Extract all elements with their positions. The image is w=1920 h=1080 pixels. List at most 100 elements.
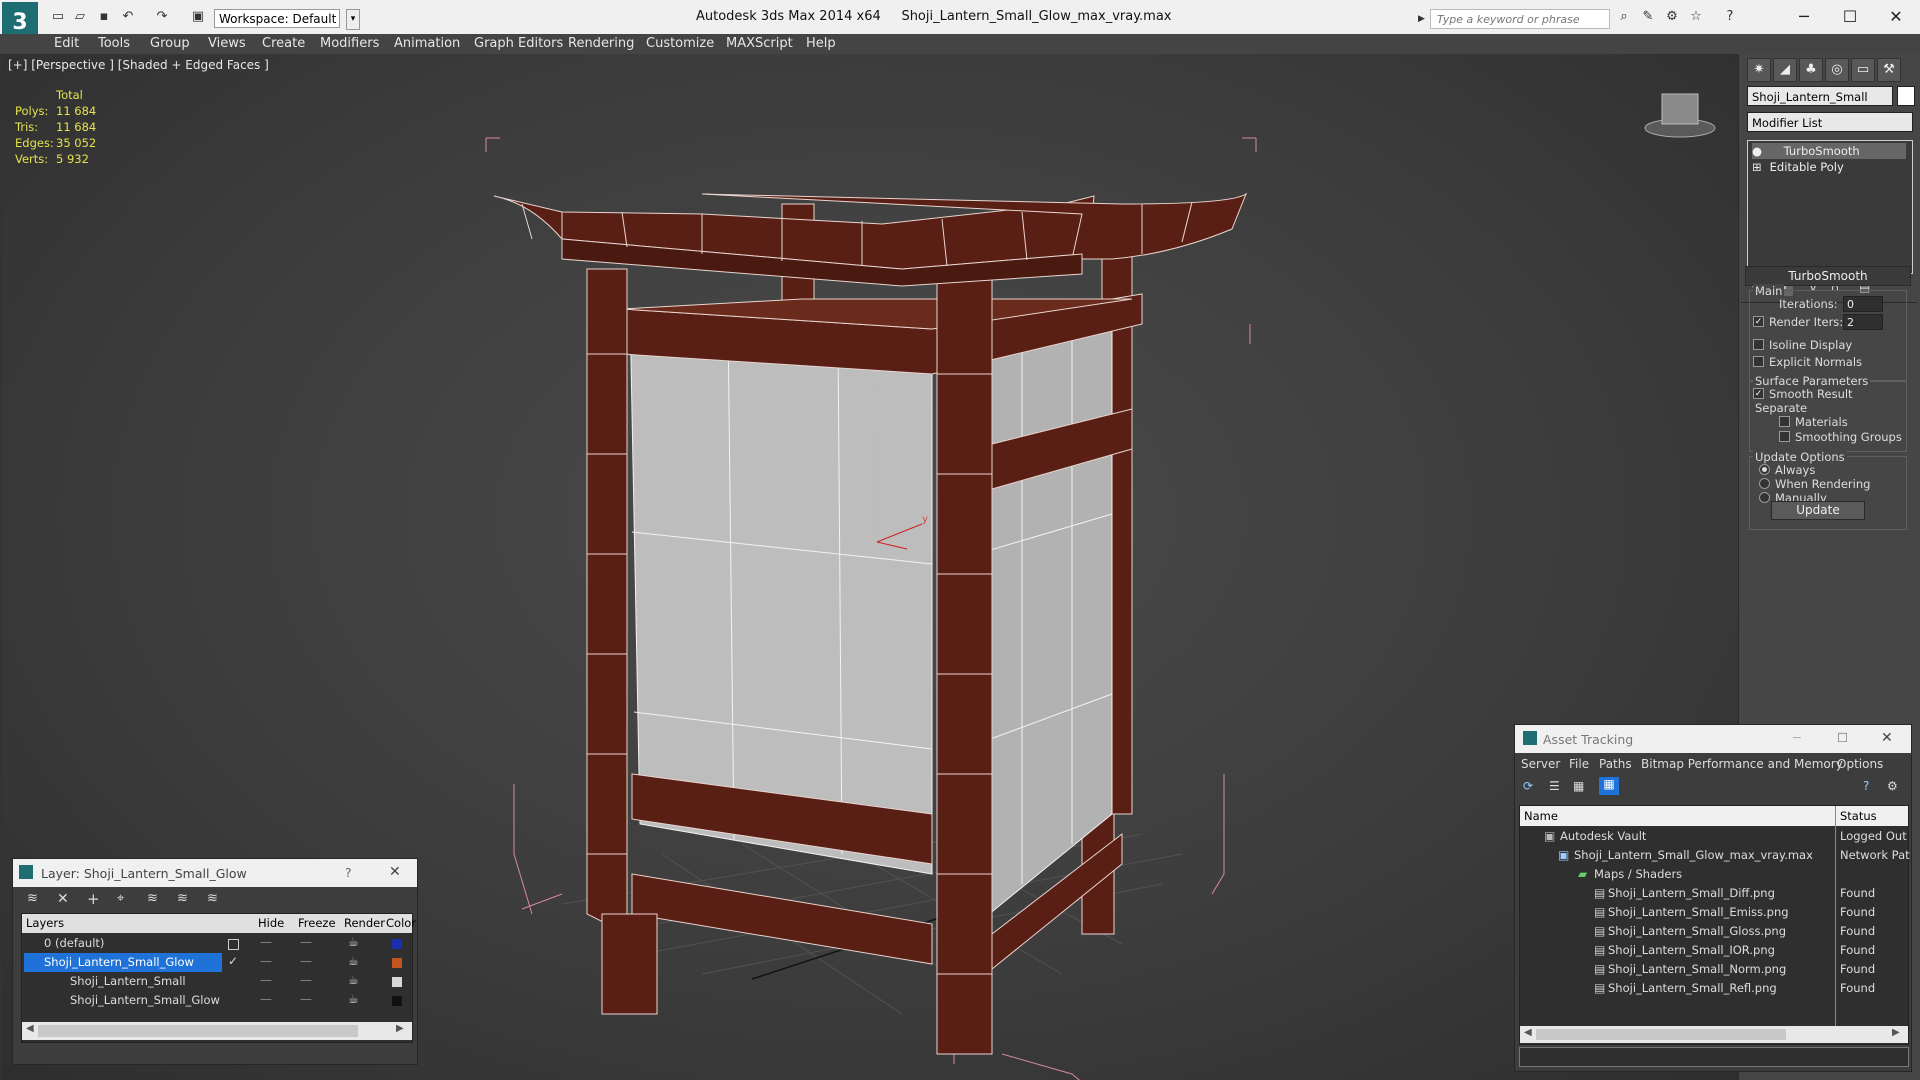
- scroll-right-icon[interactable]: ▶: [1892, 1027, 1900, 1038]
- object-color-swatch[interactable]: [392, 977, 402, 987]
- hide-toggle[interactable]: —: [260, 992, 272, 1006]
- workspace-menu-icon[interactable]: ▾: [346, 9, 360, 30]
- motion-tab-icon[interactable]: ◎: [1825, 58, 1849, 82]
- render-teapot-icon[interactable]: ☕: [348, 954, 359, 968]
- column-render[interactable]: Render: [344, 914, 385, 933]
- select-in-layer-icon[interactable]: ⌖: [117, 891, 124, 906]
- layer-color-swatch[interactable]: [392, 958, 402, 968]
- object-name-field[interactable]: Shoji_Lantern_Small: [1747, 86, 1893, 106]
- menu-paths[interactable]: Paths: [1599, 757, 1632, 771]
- active-checkmark-icon[interactable]: ✓: [228, 954, 238, 968]
- asset-row[interactable]: ▤ Shoji_Lantern_Small_IOR.png Found: [1520, 941, 1908, 960]
- list-view-icon[interactable]: ☰: [1549, 779, 1560, 793]
- layer-color-swatch[interactable]: [392, 939, 402, 949]
- stack-item-editable-poly[interactable]: ⊞ Editable Poly: [1752, 159, 1906, 175]
- menu-modifiers[interactable]: Modifiers: [320, 34, 379, 54]
- menu-animation[interactable]: Animation: [394, 34, 460, 54]
- object-row[interactable]: Shoji_Lantern_Small — — ☕: [22, 972, 412, 991]
- workspace-dropdown[interactable]: Workspace: Default: [214, 9, 340, 28]
- freeze-all-layers-icon[interactable]: ≋: [207, 891, 218, 906]
- scroll-thumb[interactable]: [38, 1025, 358, 1037]
- hide-all-layers-icon[interactable]: ≋: [177, 891, 188, 906]
- viewport-label[interactable]: [+] [Perspective ] [Shaded + Edged Faces…: [8, 58, 269, 72]
- asset-row[interactable]: ▣ Autodesk Vault Logged Out: [1520, 827, 1908, 846]
- render-iters-checkbox[interactable]: ✓: [1753, 316, 1764, 327]
- expand-icon[interactable]: ⊞: [1752, 159, 1766, 175]
- menu-server[interactable]: Server: [1521, 757, 1560, 771]
- create-tab-icon[interactable]: ✷: [1747, 58, 1771, 82]
- freeze-toggle[interactable]: —: [300, 954, 312, 968]
- add-to-layer-icon[interactable]: +: [87, 890, 100, 908]
- menu-help[interactable]: Help: [806, 34, 836, 54]
- modify-tab-icon[interactable]: ◢: [1773, 58, 1797, 82]
- vault-settings-icon[interactable]: ⚙: [1887, 779, 1898, 793]
- freeze-toggle[interactable]: —: [300, 992, 312, 1006]
- create-layer-icon[interactable]: ≋: [27, 891, 38, 906]
- menu-graph-editors[interactable]: Graph Editors: [474, 34, 563, 54]
- delete-layer-icon[interactable]: ✕: [57, 891, 69, 907]
- scroll-left-icon[interactable]: ◀: [1524, 1027, 1532, 1038]
- scroll-left-icon[interactable]: ◀: [26, 1023, 34, 1034]
- table-view-icon[interactable]: ▦: [1599, 777, 1619, 795]
- scroll-right-icon[interactable]: ▶: [396, 1023, 404, 1034]
- binoculars-icon[interactable]: ⌕: [1616, 9, 1632, 25]
- freeze-toggle[interactable]: —: [300, 973, 312, 987]
- object-color-swatch[interactable]: [392, 996, 402, 1006]
- when-rendering-radio[interactable]: [1759, 478, 1770, 489]
- hide-toggle[interactable]: —: [260, 973, 272, 987]
- render-teapot-icon[interactable]: ☕: [348, 935, 359, 949]
- menu-tools[interactable]: Tools: [98, 34, 130, 54]
- turbosmooth-rollout-header[interactable]: TurboSmooth: [1745, 266, 1911, 286]
- column-layers[interactable]: Layers: [26, 914, 64, 933]
- close-button[interactable]: ✕: [389, 864, 401, 880]
- minimize-button[interactable]: ─: [1784, 5, 1824, 29]
- update-button[interactable]: Update: [1771, 501, 1865, 520]
- column-status[interactable]: Status: [1840, 807, 1877, 826]
- hold-icon[interactable]: ▣: [190, 9, 206, 25]
- render-teapot-icon[interactable]: ☕: [348, 992, 359, 1006]
- column-name[interactable]: Name: [1524, 807, 1558, 826]
- highlight-layer-icon[interactable]: ≋: [147, 891, 158, 906]
- horizontal-scrollbar[interactable]: ◀ ▶: [1520, 1026, 1908, 1043]
- asset-row[interactable]: ▤ Shoji_Lantern_Small_Gloss.png Found: [1520, 922, 1908, 941]
- help-button[interactable]: ?: [345, 865, 352, 880]
- asset-row[interactable]: ▤ Shoji_Lantern_Small_Refl.png Found: [1520, 979, 1908, 998]
- hierarchy-tab-icon[interactable]: ♣: [1799, 58, 1823, 82]
- help-icon[interactable]: ?: [1722, 9, 1738, 25]
- menu-customize[interactable]: Customize: [646, 34, 714, 54]
- refresh-icon[interactable]: ⟳: [1523, 779, 1533, 793]
- save-icon[interactable]: ▪: [96, 9, 112, 25]
- menu-rendering[interactable]: Rendering: [568, 34, 634, 54]
- menu-create[interactable]: Create: [262, 34, 305, 54]
- menu-options[interactable]: Options: [1837, 757, 1883, 771]
- column-color[interactable]: Color: [386, 914, 416, 933]
- maximize-button[interactable]: ☐: [1837, 730, 1848, 745]
- active-layer-box[interactable]: [228, 939, 239, 950]
- smoothing-groups-checkbox[interactable]: [1779, 431, 1790, 442]
- manually-radio[interactable]: [1759, 492, 1770, 503]
- communication-icon[interactable]: ✎: [1640, 9, 1656, 25]
- menu-file[interactable]: File: [1569, 757, 1589, 771]
- hide-toggle[interactable]: —: [260, 954, 272, 968]
- minimize-button[interactable]: ─: [1793, 730, 1801, 745]
- materials-checkbox[interactable]: [1779, 416, 1790, 427]
- layer-row[interactable]: Shoji_Lantern_Small_Glow ✓ — — ☕: [22, 953, 412, 972]
- asset-row[interactable]: ▰ Maps / Shaders: [1520, 865, 1908, 884]
- layer-row[interactable]: 0 (default) — — ☕: [22, 934, 412, 953]
- object-color-swatch[interactable]: [1897, 86, 1915, 106]
- asset-path-field[interactable]: [1519, 1047, 1909, 1067]
- maximize-button[interactable]: ☐: [1830, 5, 1870, 29]
- render-teapot-icon[interactable]: ☕: [348, 973, 359, 987]
- menu-views[interactable]: Views: [208, 34, 246, 54]
- modifier-list-dropdown[interactable]: Modifier List: [1747, 112, 1913, 132]
- undo-icon[interactable]: ↶: [120, 9, 136, 25]
- always-radio[interactable]: [1759, 464, 1770, 475]
- utilities-tab-icon[interactable]: ⚒: [1877, 58, 1901, 82]
- display-tab-icon[interactable]: ▭: [1851, 58, 1875, 82]
- isoline-display-checkbox[interactable]: [1753, 339, 1764, 350]
- hide-toggle[interactable]: —: [260, 935, 272, 949]
- menu-bitmap-performance[interactable]: Bitmap Performance and Memory: [1641, 757, 1843, 771]
- render-iters-spinner[interactable]: 2: [1843, 314, 1883, 330]
- exchange-icon[interactable]: ⚙: [1664, 9, 1680, 25]
- thumbnail-view-icon[interactable]: ▦: [1573, 779, 1584, 793]
